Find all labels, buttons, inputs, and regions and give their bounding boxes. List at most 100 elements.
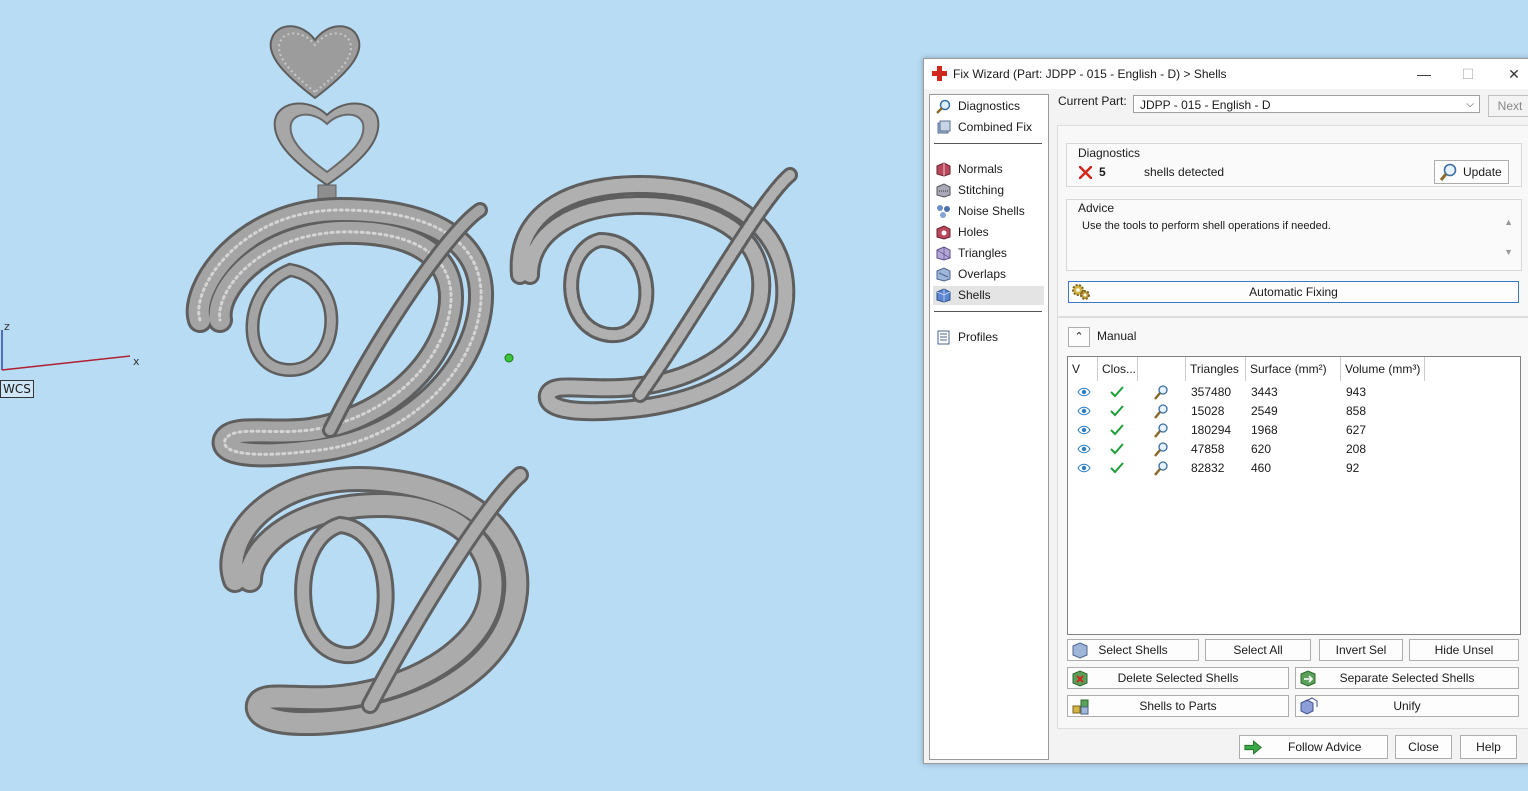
title-bar[interactable]: Fix Wizard (Part: JDPP - 015 - English -… [924,59,1528,89]
col-volume[interactable]: Volume (mm³) [1341,357,1425,381]
col-closed[interactable]: Clos... [1098,357,1138,381]
eye-icon[interactable] [1077,444,1091,454]
advice-title: Advice [1078,201,1115,215]
nav-item-triangles[interactable]: Triangles [933,244,1044,263]
heart-pendant-bail [273,102,380,211]
maximize-button[interactable]: ☐ [1445,59,1491,89]
profiles-icon [937,330,950,345]
nav-item-stitching[interactable]: Stitching [933,181,1044,200]
check-icon [1110,424,1124,436]
x-axis-label: x [133,355,140,368]
diagnostics-title: Diagnostics [1078,146,1141,160]
eye-icon[interactable] [1077,406,1091,416]
chevron-up-icon: ⌃ [1074,331,1084,343]
fix-wizard-window: Fix Wizard (Part: JDPP - 015 - English -… [923,58,1528,764]
nav-item-diagnostics[interactable]: Diagnostics [933,97,1044,116]
table-row[interactable]: 82832 460 92 [1068,459,1520,478]
nav-item-normals[interactable]: Normals [933,160,1044,179]
col-zoom[interactable] [1138,357,1186,381]
zoom-to-shell-icon[interactable] [1153,423,1169,438]
minimize-button[interactable]: — [1401,59,1447,89]
holes-icon [936,225,951,240]
separate-shells-icon [1300,670,1316,687]
close-button[interactable]: Close [1395,735,1452,759]
check-icon [1110,443,1124,455]
select-shells-button[interactable]: Select Shells [1067,639,1199,661]
manual-title: Manual [1097,329,1137,343]
shells-to-parts-button[interactable]: Shells to Parts [1067,695,1289,717]
triangles-icon [936,246,951,261]
current-part-value: JDPP - 015 - English - D [1140,98,1271,112]
zoom-to-shell-icon[interactable] [1153,404,1169,419]
x-axis-line [1,355,131,371]
table-row[interactable]: 47858 620 208 [1068,440,1520,459]
nav-item-shells[interactable]: Shells [933,286,1044,305]
top-panel: Diagnostics 5 shells detected Update Adv… [1057,125,1528,317]
error-x-icon [1079,166,1092,179]
letter-d-plain [219,466,530,737]
unify-icon [1300,697,1318,715]
scroll-up-icon[interactable]: ▲ [1504,217,1513,227]
nav-item-holes[interactable]: Holes [933,223,1044,242]
table-row[interactable]: 180294 1968 627 [1068,421,1520,440]
stitching-icon [936,183,951,198]
zoom-to-shell-icon[interactable] [1153,385,1169,400]
col-surface[interactable]: Surface (mm²) [1246,357,1341,381]
letter-d-framed [185,196,495,468]
letter-d-chain [509,167,798,422]
shells-table[interactable]: V Clos... Triangles Surface (mm²) Volume… [1067,356,1521,635]
z-axis-label: z [4,320,10,333]
nav-item-noise-shells[interactable]: Noise Shells [933,202,1044,221]
green-arrow-icon [1244,740,1262,755]
select-all-button[interactable]: Select All [1205,639,1311,661]
shells-icon [936,288,951,303]
help-button[interactable]: Help [1460,735,1517,759]
nav-item-overlaps[interactable]: Overlaps [933,265,1044,284]
eye-icon[interactable] [1077,425,1091,435]
wizard-nav: Diagnostics Combined Fix Normals Stitchi… [929,94,1049,760]
chevron-down-icon: ⌵ [1466,99,1474,110]
diagnostics-text: shells detected [1144,165,1225,179]
nav-separator [934,311,1042,312]
overlaps-icon [936,267,951,282]
delete-shells-icon [1072,670,1088,687]
follow-advice-button[interactable]: Follow Advice [1239,735,1388,759]
check-icon [1110,462,1124,474]
check-icon [1110,405,1124,417]
invert-sel-button[interactable]: Invert Sel [1319,639,1403,661]
check-icon [1110,386,1124,398]
update-button[interactable]: Update [1434,160,1509,184]
magnifier-icon [1439,163,1457,181]
nav-item-combined-fix[interactable]: Combined Fix [933,118,1044,137]
scroll-down-icon[interactable]: ▼ [1504,247,1513,257]
col-visibility[interactable]: V [1068,357,1098,381]
combined-fix-icon [937,120,951,134]
advice-group: Advice Use the tools to perform shell op… [1066,199,1522,271]
automatic-fixing-button[interactable]: Automatic Fixing [1068,281,1519,303]
select-shells-icon [1072,642,1088,659]
table-row[interactable]: 357480 3443 943 [1068,383,1520,402]
zoom-to-shell-icon[interactable] [1153,461,1169,476]
collapse-manual-button[interactable]: ⌃ [1068,327,1090,347]
nav-item-profiles[interactable]: Profiles [933,328,1044,347]
noise-shells-icon [937,205,950,218]
unify-button[interactable]: Unify [1295,695,1519,717]
window-title: Fix Wizard (Part: JDPP - 015 - English -… [953,67,1227,81]
eye-icon[interactable] [1077,387,1091,397]
heart-pendant-top [269,25,361,100]
close-window-button[interactable]: ✕ [1491,59,1528,89]
table-row[interactable]: 15028 2549 858 [1068,402,1520,421]
current-part-dropdown[interactable]: JDPP - 015 - English - D ⌵ [1133,95,1480,113]
delete-selected-shells-button[interactable]: Delete Selected Shells [1067,667,1289,689]
gears-icon [1072,284,1090,300]
hide-unsel-button[interactable]: Hide Unsel [1409,639,1519,661]
separate-selected-shells-button[interactable]: Separate Selected Shells [1295,667,1519,689]
wcs-label: WCS [0,380,34,398]
normals-icon [936,162,951,177]
eye-icon[interactable] [1077,463,1091,473]
col-triangles[interactable]: Triangles [1186,357,1246,381]
zoom-to-shell-icon[interactable] [1153,442,1169,457]
shells-to-parts-icon [1072,699,1089,715]
red-cross-icon [932,66,947,81]
next-button[interactable]: Next [1488,95,1528,117]
